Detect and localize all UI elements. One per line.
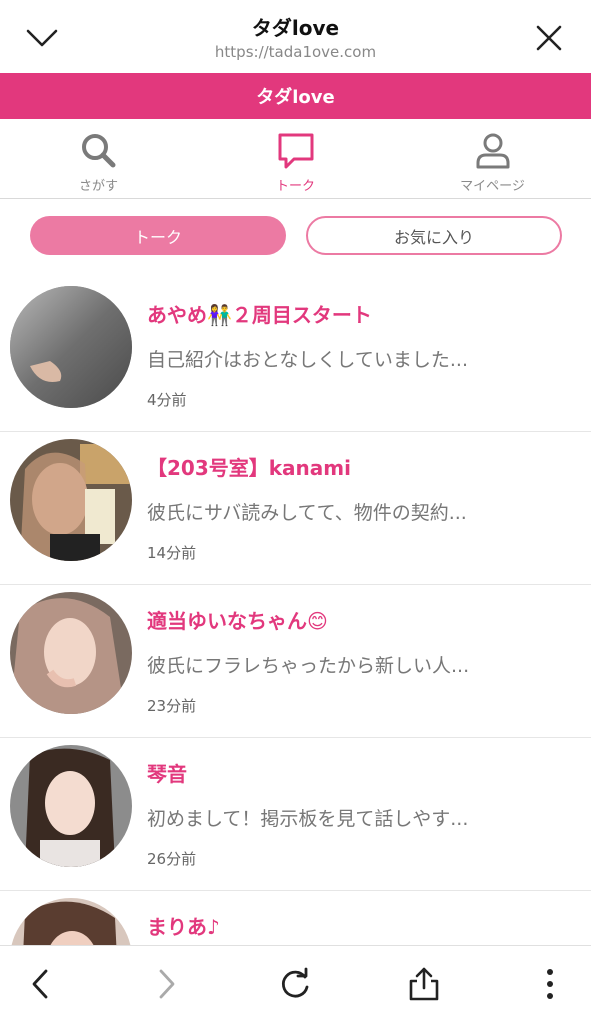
share-icon bbox=[409, 967, 439, 1001]
talk-name: あやめ👫２周目スタート bbox=[147, 303, 372, 327]
talk-message: 初めまして！掲示板を見て話しやす... bbox=[147, 808, 469, 830]
chevron-left-icon bbox=[32, 969, 48, 999]
talk-message: 彼氏にフラレちゃったから新しい人... bbox=[147, 655, 470, 677]
talk-list-item[interactable]: まりあ♪ bbox=[0, 891, 591, 945]
talk-name: 適当ゆいなちゃん😊 bbox=[147, 609, 328, 633]
close-icon bbox=[536, 25, 562, 51]
talk-time: 26分前 bbox=[147, 850, 197, 868]
search-icon bbox=[81, 134, 115, 168]
talk-name: 【203号室】kanami bbox=[147, 456, 351, 480]
close-button[interactable] bbox=[529, 18, 569, 58]
talk-time: 23分前 bbox=[147, 697, 197, 715]
tab-mypage-label: マイページ bbox=[460, 179, 525, 194]
tab-search-label: さがす bbox=[78, 179, 118, 194]
more-button[interactable] bbox=[530, 964, 570, 1004]
browser-top-bar: タダlove https://tada1ove.com bbox=[0, 0, 591, 73]
talk-list-item[interactable]: 【203号室】kanami 彼氏にサバ読みしてて、物件の契約... 14分前 bbox=[0, 432, 591, 585]
favorites-segment-button[interactable]: お気に入り bbox=[306, 216, 562, 255]
forward-button[interactable] bbox=[147, 964, 187, 1004]
share-button[interactable] bbox=[404, 964, 444, 1004]
browser-title: タダlove bbox=[251, 16, 340, 40]
talk-name: 琴音 bbox=[147, 762, 187, 786]
reload-button[interactable] bbox=[275, 964, 315, 1004]
talk-list: あやめ👫２周目スタート 自己紹介はおとなしくしていました... 4分前 【203… bbox=[0, 279, 591, 945]
site-header-title: タダlove bbox=[256, 87, 335, 108]
tab-mypage[interactable]: マイページ bbox=[394, 119, 591, 198]
talk-list-item[interactable]: あやめ👫２周目スタート 自己紹介はおとなしくしていました... 4分前 bbox=[0, 279, 591, 432]
talk-time: 14分前 bbox=[147, 544, 197, 562]
chat-icon bbox=[278, 133, 313, 169]
browser-bottom-bar bbox=[0, 945, 591, 1024]
avatar bbox=[10, 286, 132, 408]
avatar bbox=[10, 745, 132, 867]
talk-list-item[interactable]: 適当ゆいなちゃん😊 彼氏にフラレちゃったから新しい人... 23分前 bbox=[0, 585, 591, 738]
talk-message: 彼氏にサバ読みしてて、物件の契約... bbox=[147, 502, 467, 524]
browser-url[interactable]: https://tada1ove.com bbox=[0, 43, 591, 61]
tab-talk[interactable]: トーク bbox=[197, 119, 394, 198]
tab-talk-label: トーク bbox=[275, 179, 315, 194]
tab-nav: さがす トーク マイページ bbox=[0, 119, 591, 199]
talk-segment-button[interactable]: トーク bbox=[30, 216, 286, 255]
user-icon bbox=[476, 133, 509, 169]
more-vertical-icon bbox=[547, 969, 553, 999]
site-header: タダlove bbox=[0, 73, 591, 119]
chevron-right-icon bbox=[159, 969, 175, 999]
reload-icon bbox=[281, 967, 309, 998]
avatar bbox=[10, 592, 132, 714]
talk-name: まりあ♪ bbox=[147, 915, 220, 939]
avatar bbox=[10, 898, 132, 945]
tab-search[interactable]: さがす bbox=[0, 119, 197, 198]
talk-list-item[interactable]: 琴音 初めまして！掲示板を見て話しやす... 26分前 bbox=[0, 738, 591, 891]
avatar bbox=[10, 439, 132, 561]
back-button[interactable] bbox=[20, 964, 60, 1004]
talk-message: 自己紹介はおとなしくしていました... bbox=[147, 349, 468, 371]
segment-control: トーク お気に入り bbox=[0, 199, 591, 279]
talk-time: 4分前 bbox=[147, 391, 187, 409]
